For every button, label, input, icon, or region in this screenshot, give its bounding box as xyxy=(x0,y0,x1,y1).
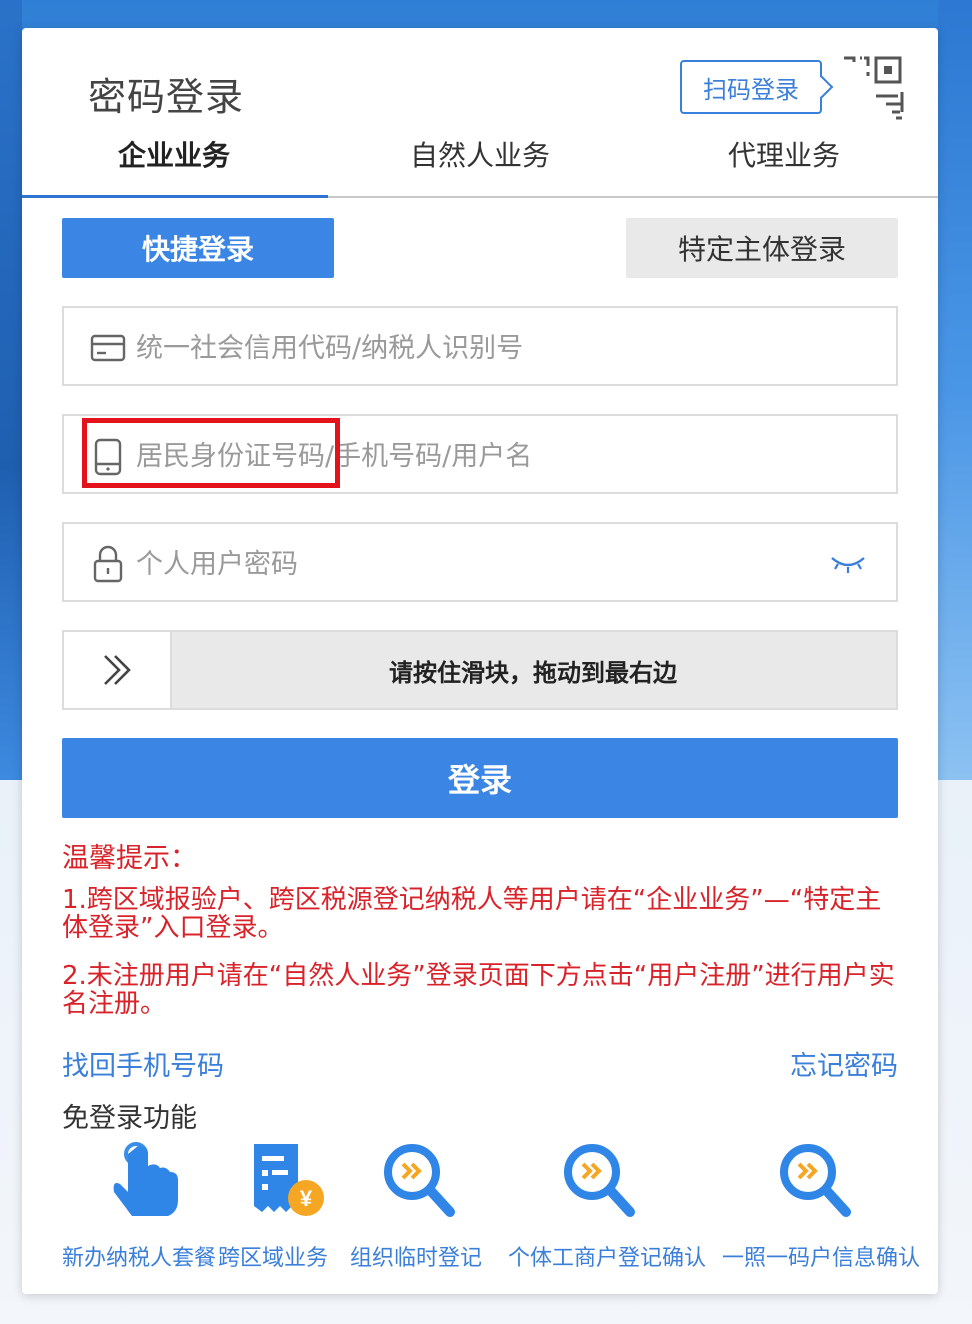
captcha-slider: 请按住滑块，拖动到最右边 xyxy=(62,630,898,710)
tip-item: 1.跨区域报验户、跨区税源登记纳税人等用户请在“企业业务”—“特定主体登录”入口… xyxy=(62,885,882,943)
slider-hint: 请按住滑块，拖动到最右边 xyxy=(389,658,677,687)
qr-code-icon[interactable] xyxy=(840,52,918,124)
id-card-icon xyxy=(90,334,126,362)
svg-text:¥: ¥ xyxy=(300,1186,313,1211)
search-forward-icon[interactable] xyxy=(378,1140,458,1224)
no-login-title: 免登录功能 xyxy=(62,1103,197,1134)
double-chevron-right-icon xyxy=(104,655,131,685)
login-button[interactable]: 登录 xyxy=(62,738,898,818)
active-tab-indicator xyxy=(22,195,328,198)
credit-code-field xyxy=(62,306,898,386)
credit-code-input[interactable] xyxy=(134,322,838,374)
recover-phone-link[interactable]: 找回手机号码 xyxy=(62,1044,224,1083)
search-forward-icon[interactable] xyxy=(774,1140,854,1224)
password-field xyxy=(62,522,898,602)
forgot-password-link[interactable]: 忘记密码 xyxy=(790,1044,898,1083)
lock-icon xyxy=(93,545,123,583)
search-forward-icon[interactable] xyxy=(558,1140,638,1224)
business-tabs: 企业业务 自然人业务 代理业务 xyxy=(22,124,938,198)
slider-handle[interactable] xyxy=(64,632,172,708)
tab-enterprise[interactable]: 企业业务 xyxy=(118,134,230,174)
quick-label-new-taxpayer[interactable]: 新办纳税人套餐 xyxy=(62,1240,216,1272)
password-input[interactable] xyxy=(134,538,838,590)
quick-label-one-license-one-code[interactable]: 一照一码户信息确认 xyxy=(722,1240,920,1272)
hand-tap-icon[interactable] xyxy=(106,1140,186,1224)
page-title: 密码登录 xyxy=(88,75,245,119)
background-right xyxy=(938,0,972,780)
eye-closed-icon[interactable] xyxy=(828,548,868,578)
login-panel: 密码登录 扫码登录 企业业务 自然人业务 代理业务 快捷登录 特定主体登录 统一… xyxy=(22,28,938,1294)
receipt-yen-icon[interactable]: ¥ xyxy=(248,1140,328,1224)
tips-title: 温馨提示： xyxy=(62,843,197,874)
quick-login-button[interactable]: 快捷登录 xyxy=(62,218,334,278)
quick-label-cross-region[interactable]: 跨区域业务 xyxy=(218,1240,328,1272)
quick-label-temp-registration[interactable]: 组织临时登记 xyxy=(350,1240,482,1272)
tab-agent[interactable]: 代理业务 xyxy=(728,134,840,174)
scan-login-button[interactable]: 扫码登录 xyxy=(680,60,822,114)
quick-label-individual-business[interactable]: 个体工商户登记确认 xyxy=(508,1240,706,1272)
highlight-annotation xyxy=(82,418,340,488)
special-entity-login-button[interactable]: 特定主体登录 xyxy=(626,218,898,278)
tip-item: 2.未注册用户请在“自然人业务”登录页面下方点击“用户注册”进行用户实名注册。 xyxy=(62,961,895,1019)
tab-natural-person[interactable]: 自然人业务 xyxy=(410,134,550,174)
background-left xyxy=(0,0,22,780)
